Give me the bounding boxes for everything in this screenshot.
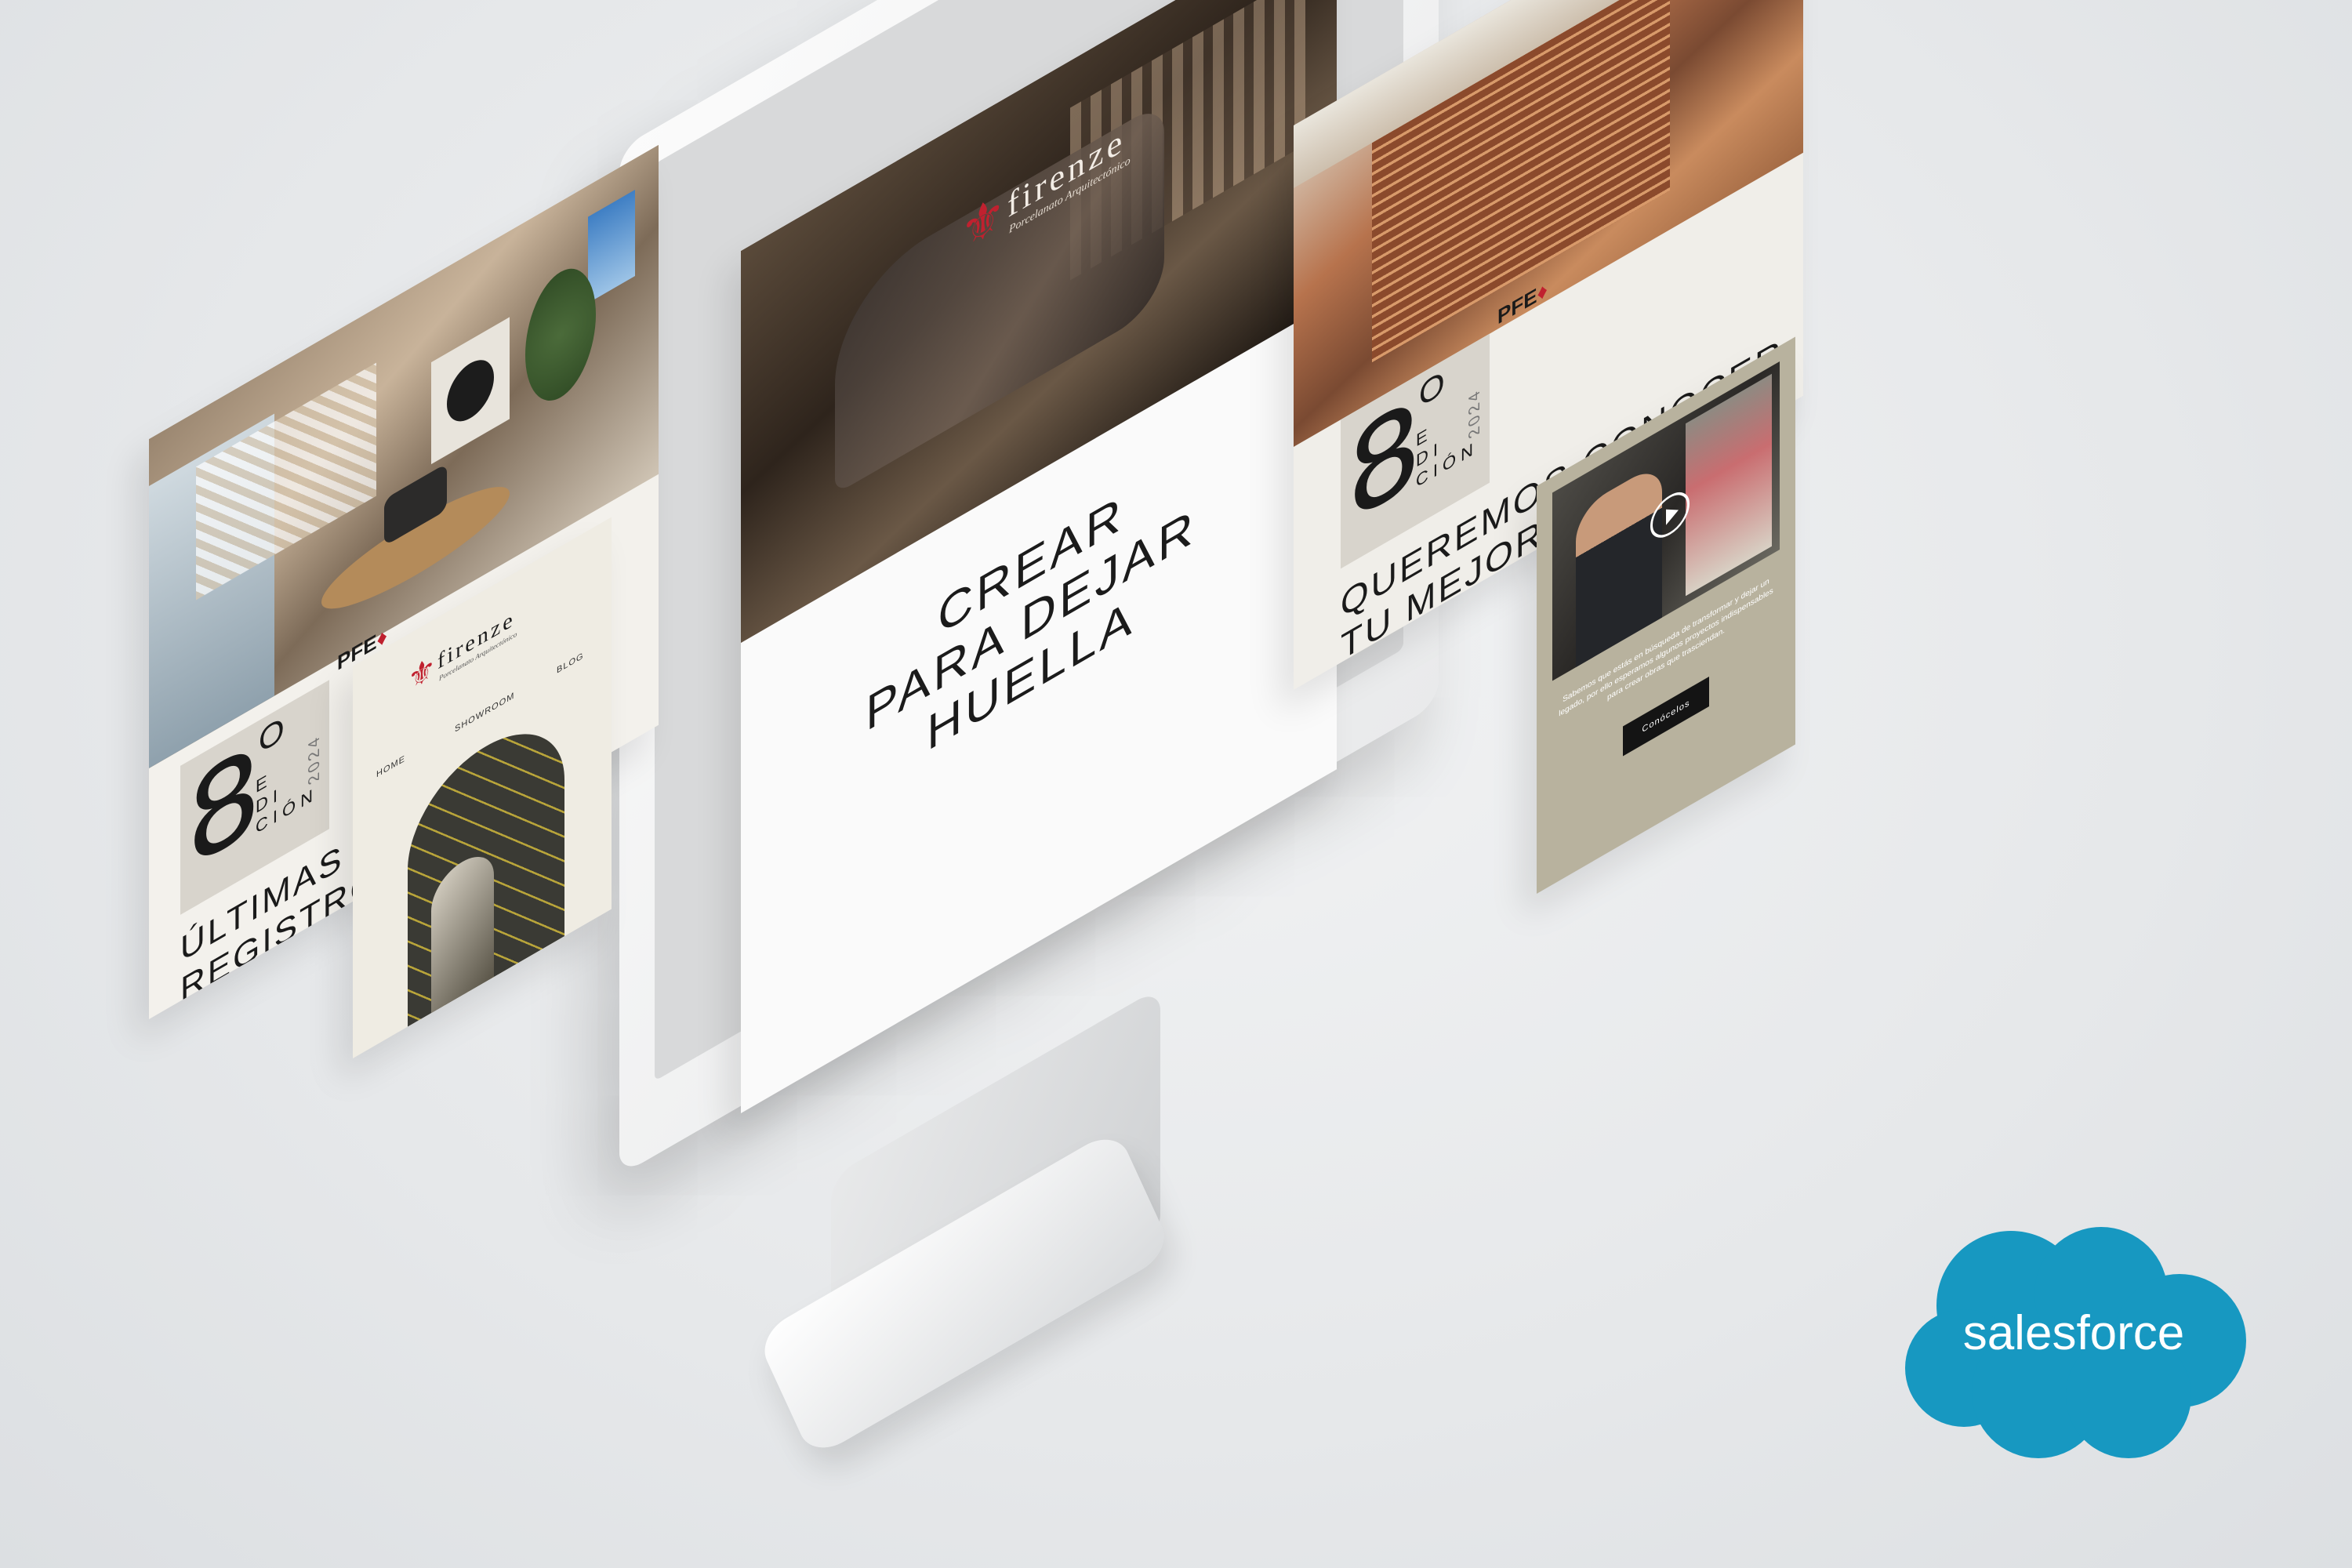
edition-number: 8: [187, 717, 262, 898]
nav-home[interactable]: HOME: [376, 753, 405, 779]
edition-year: 2024: [1466, 384, 1483, 442]
fleur-de-lis-icon: ⚜: [960, 180, 1006, 265]
mockup-stage: 8 O E DI CIÓN 2024 PFE♦ ÚLTIMAS SEM REGI…: [0, 0, 2352, 1568]
edition-year: 2024: [306, 730, 323, 789]
wall-art: [431, 317, 510, 465]
salesforce-logo: salesforce: [1893, 1211, 2254, 1462]
plant: [525, 251, 596, 418]
wall-picture: [588, 190, 635, 303]
conocelos-button[interactable]: Conócelos: [1623, 676, 1709, 757]
person: [1576, 460, 1662, 668]
nav-blog[interactable]: BLOG: [557, 651, 584, 676]
lattice-screen: [196, 362, 376, 601]
fleur-de-lis-icon: ⚜: [408, 647, 436, 700]
video-background: [1686, 373, 1772, 597]
nav-showroom[interactable]: SHOWROOM: [455, 691, 514, 735]
